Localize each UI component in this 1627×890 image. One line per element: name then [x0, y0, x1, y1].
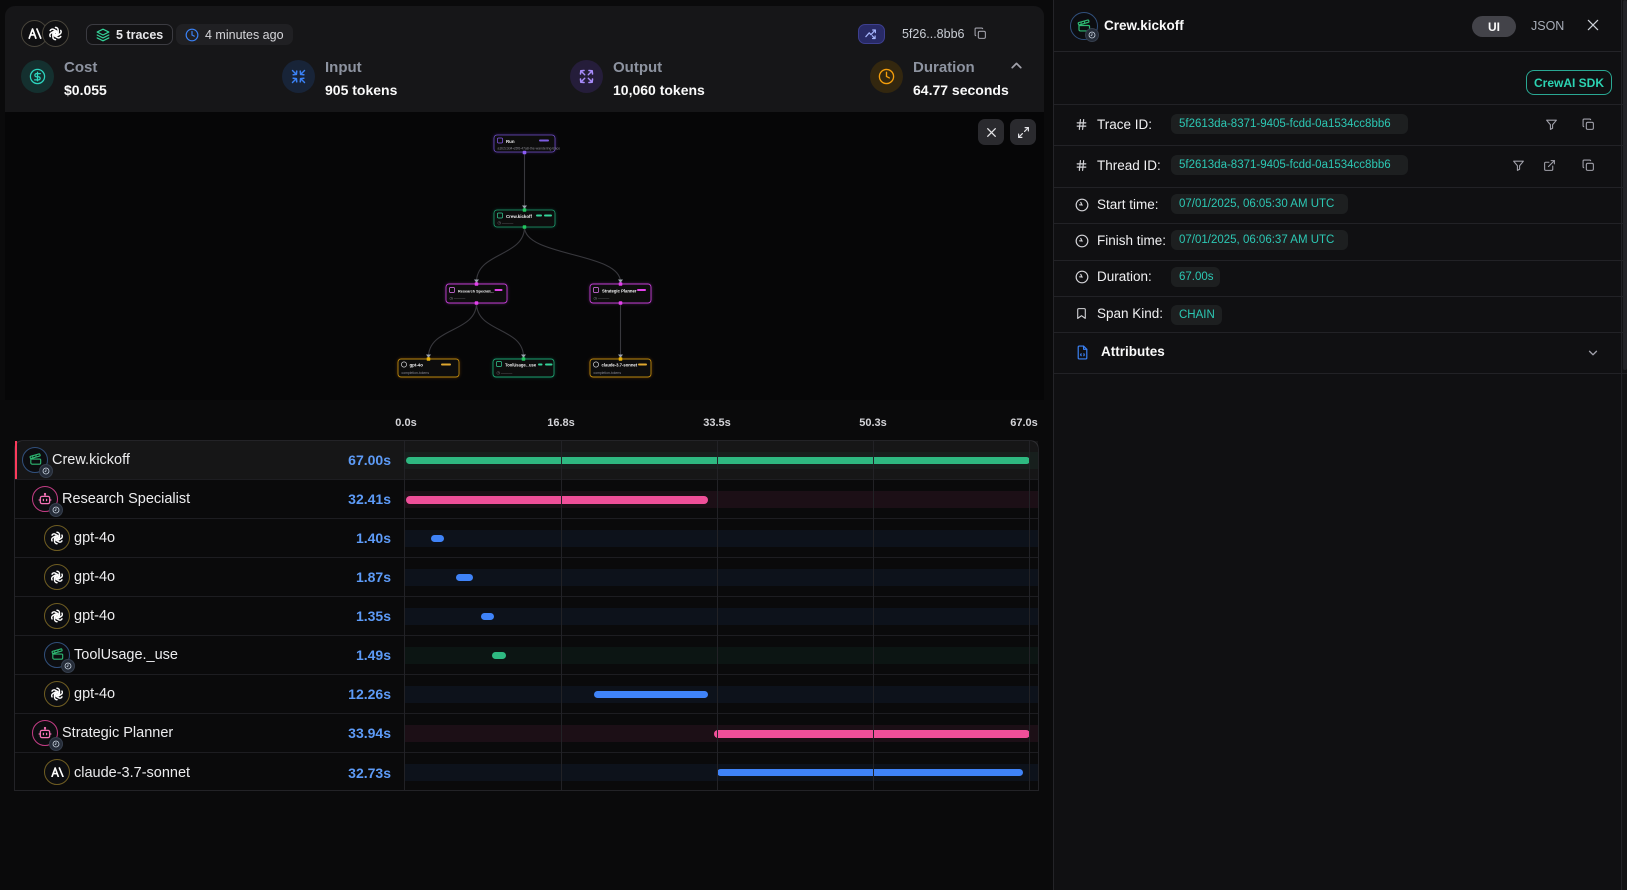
svg-text:◷ ———: ◷ ———: [450, 297, 466, 301]
svg-text:claude-3.7-sonnet: claude-3.7-sonnet: [602, 363, 638, 368]
svg-text:gpt-4o: gpt-4o: [410, 363, 424, 368]
svg-text:Run: Run: [506, 139, 515, 144]
svg-text:a1b2c3d4-e5f6-47a8-the-wanderi: a1b2c3d4-e5f6-47a8-the-wandering-trace: [498, 146, 561, 150]
svg-text:Research Speciali...: Research Speciali...: [458, 289, 494, 293]
svg-text:Crew.kickoff: Crew.kickoff: [506, 214, 532, 219]
svg-text:ToolUsage._use: ToolUsage._use: [505, 363, 537, 368]
svg-text:◷ ———: ◷ ———: [594, 297, 610, 301]
svg-text:Strategic Planner: Strategic Planner: [602, 288, 637, 293]
svg-text:completion-tokens: completion-tokens: [594, 371, 622, 375]
svg-text:◷ ———: ◷ ———: [497, 371, 513, 375]
svg-text:◷ ———: ◷ ———: [498, 221, 514, 225]
svg-text:completion-tokens: completion-tokens: [402, 371, 430, 375]
